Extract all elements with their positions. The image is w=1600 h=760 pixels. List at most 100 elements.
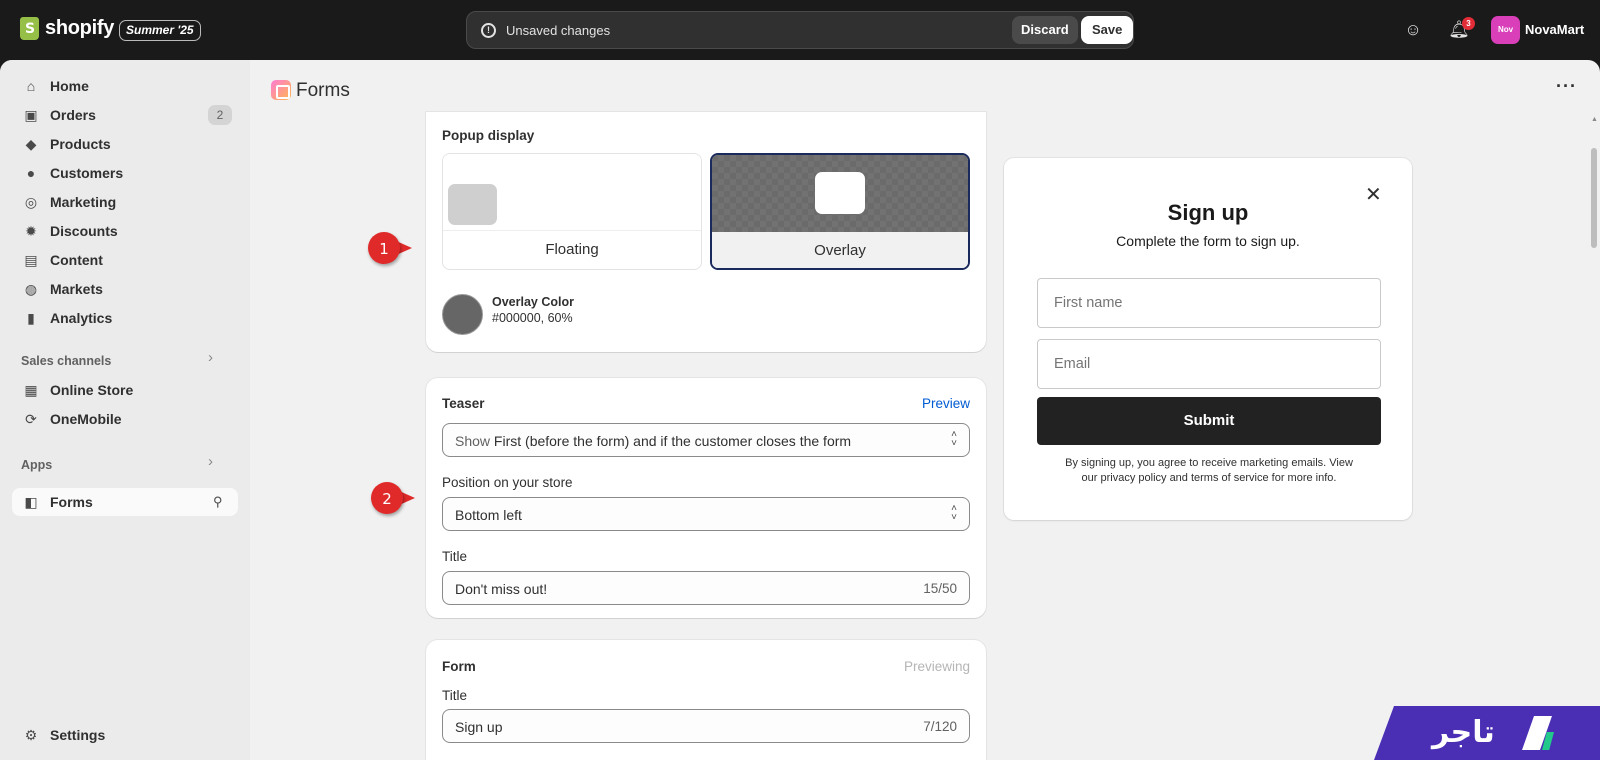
form-title-input[interactable]: Sign up 7/120: [442, 709, 970, 743]
email-field[interactable]: Email: [1037, 339, 1381, 389]
chevron-right-icon[interactable]: ›: [208, 349, 213, 366]
teaser-show-select[interactable]: Show First (before the form) and if the …: [442, 423, 970, 457]
marker-number: 1: [379, 240, 389, 258]
shopify-logo[interactable]: shopify: [20, 17, 114, 40]
scroll-up-arrow-icon[interactable]: ▲: [1591, 116, 1598, 123]
sidebar-item-label: Online Store: [50, 382, 134, 398]
sidebar-item-label: Orders: [50, 107, 96, 123]
avatar[interactable]: Nov: [1491, 16, 1520, 44]
sidebar-item-orders[interactable]: ▣ Orders 2: [12, 101, 238, 129]
teaser-preview-link[interactable]: Preview: [922, 396, 970, 411]
teaser-title-input[interactable]: Don't miss out! 15/50: [442, 571, 970, 605]
submit-button[interactable]: Submit: [1037, 397, 1381, 445]
sidekick-icon[interactable]: ☺: [1402, 19, 1424, 41]
sidebar-item-label: Content: [50, 252, 103, 268]
preview-fine-print: By signing up, you agree to receive mark…: [1065, 457, 1353, 484]
store-name[interactable]: NovaMart: [1525, 22, 1584, 37]
save-button[interactable]: Save: [1081, 16, 1134, 44]
select-value: Show First (before the form) and if the …: [455, 433, 851, 449]
overlay-color-value: #000000, 60%: [492, 311, 573, 325]
gear-icon: ⚙: [24, 727, 38, 743]
sidebar-item-label: Forms: [50, 494, 93, 510]
sidebar-item-home[interactable]: ⌂ Home: [12, 72, 238, 100]
first-name-field[interactable]: First name: [1037, 278, 1381, 328]
preview-title: Sign up: [1167, 200, 1249, 225]
character-counter: 15/50: [923, 581, 957, 596]
unsaved-changes-bar: ! Unsaved changes Discard Save: [466, 11, 1134, 49]
overlay-color-title: Overlay Color: [492, 295, 574, 309]
sidebar-item-discounts[interactable]: ✹ Discounts: [12, 217, 238, 245]
position-label: Position on your store: [442, 475, 573, 490]
edition-badge[interactable]: Summer '25: [119, 20, 201, 41]
unsaved-changes-text: Unsaved changes: [506, 23, 611, 38]
option-floating[interactable]: Floating: [442, 153, 702, 270]
sidebar-item-label: Analytics: [50, 310, 113, 326]
more-actions-icon[interactable]: ···: [1556, 76, 1577, 97]
preview-subtitle: Complete the form to sign up.: [1116, 233, 1300, 249]
discard-button[interactable]: Discard: [1012, 16, 1078, 44]
annotation-marker-2: 2: [371, 482, 419, 514]
position-select[interactable]: Bottom left ˄ ˅: [442, 497, 970, 531]
watermark-text: تاجر: [1432, 715, 1495, 750]
sidebar-item-label: OneMobile: [50, 411, 122, 427]
pin-icon[interactable]: ⚲: [213, 494, 223, 510]
option-label: Overlay: [814, 242, 866, 259]
globe-icon: ◍: [24, 281, 38, 297]
character-counter: 7/120: [923, 719, 957, 734]
inbox-icon: ▣: [24, 107, 38, 123]
sidebar-item-label: Marketing: [50, 194, 117, 210]
watermark-logo: تاجر: [1374, 706, 1600, 760]
sidebar-item-customers[interactable]: ● Customers: [12, 159, 238, 187]
alert-circle-icon: !: [481, 23, 496, 38]
sidebar-item-settings[interactable]: ⚙ Settings: [12, 721, 238, 749]
sidebar-item-products[interactable]: ◆ Products: [12, 130, 238, 158]
apps-heading[interactable]: Apps: [21, 458, 52, 472]
overlay-color-swatch[interactable]: [442, 294, 483, 335]
shopify-bag-icon: [20, 17, 39, 40]
option-label: Floating: [545, 241, 599, 258]
forms-app-icon: [271, 80, 291, 100]
placeholder: First name: [1054, 295, 1123, 311]
popup-display-card: Popup display Floating Overlay Overlay C…: [426, 112, 986, 352]
teaser-title-label: Title: [442, 549, 468, 564]
home-icon: ⌂: [26, 78, 36, 94]
top-bar: shopify Summer '25 ! Unsaved changes Dis…: [0, 0, 1600, 60]
sidebar-item-marketing[interactable]: ◎ Marketing: [12, 188, 238, 216]
sales-channels-heading[interactable]: Sales channels: [21, 354, 111, 368]
sidebar-item-label: Discounts: [50, 223, 118, 239]
sidebar-item-content[interactable]: ▤ Content: [12, 246, 238, 274]
scrollbar-thumb[interactable]: [1591, 148, 1597, 248]
floating-box-shape: [448, 184, 497, 225]
signup-form-preview: ✕ Sign up Complete the form to sign up. …: [1004, 158, 1412, 520]
image-icon: ▤: [24, 252, 38, 268]
chevron-right-icon[interactable]: ›: [208, 453, 213, 470]
input-value: Sign up: [455, 719, 503, 735]
overlay-box-shape: [815, 172, 865, 214]
sidebar-item-analytics[interactable]: ▮ Analytics: [12, 304, 238, 332]
bar-chart-icon: ▮: [27, 310, 35, 326]
discount-icon: ✹: [25, 223, 37, 239]
teaser-card: Teaser Preview Show First (before the fo…: [426, 378, 986, 618]
sidebar-item-onemobile[interactable]: ⟳ OneMobile: [12, 405, 238, 433]
mobile-app-icon: ⟳: [25, 411, 37, 427]
option-overlay[interactable]: Overlay: [710, 153, 970, 270]
teaser-heading: Teaser: [442, 396, 485, 411]
sidebar-item-label: Markets: [50, 281, 103, 297]
select-arrows-icon: ˄ ˅: [951, 429, 957, 449]
marker-number: 2: [382, 490, 392, 508]
sidebar-item-label: Products: [50, 136, 111, 152]
sidebar-item-online-store[interactable]: ▦ Online Store: [12, 376, 238, 404]
sidebar-item-markets[interactable]: ◍ Markets: [12, 275, 238, 303]
notification-badge: 3: [1462, 17, 1475, 30]
annotation-marker-1: 1: [368, 232, 416, 264]
previewing-status: Previewing: [903, 659, 970, 674]
sidebar-item-label: Customers: [50, 165, 124, 181]
popup-display-heading: Popup display: [442, 128, 535, 143]
form-title-label: Title: [442, 688, 468, 703]
store-icon: ▦: [24, 382, 38, 398]
logo-text: shopify: [45, 17, 115, 39]
app-frame: ⌂ Home ▣ Orders 2 ◆ Products ● Customers…: [0, 60, 1600, 760]
sidebar-item-forms[interactable]: ◧ Forms ⚲: [12, 488, 238, 516]
select-arrows-icon: ˄ ˅: [951, 503, 957, 523]
form-card: Form Previewing Title Sign up 7/120: [426, 640, 986, 760]
